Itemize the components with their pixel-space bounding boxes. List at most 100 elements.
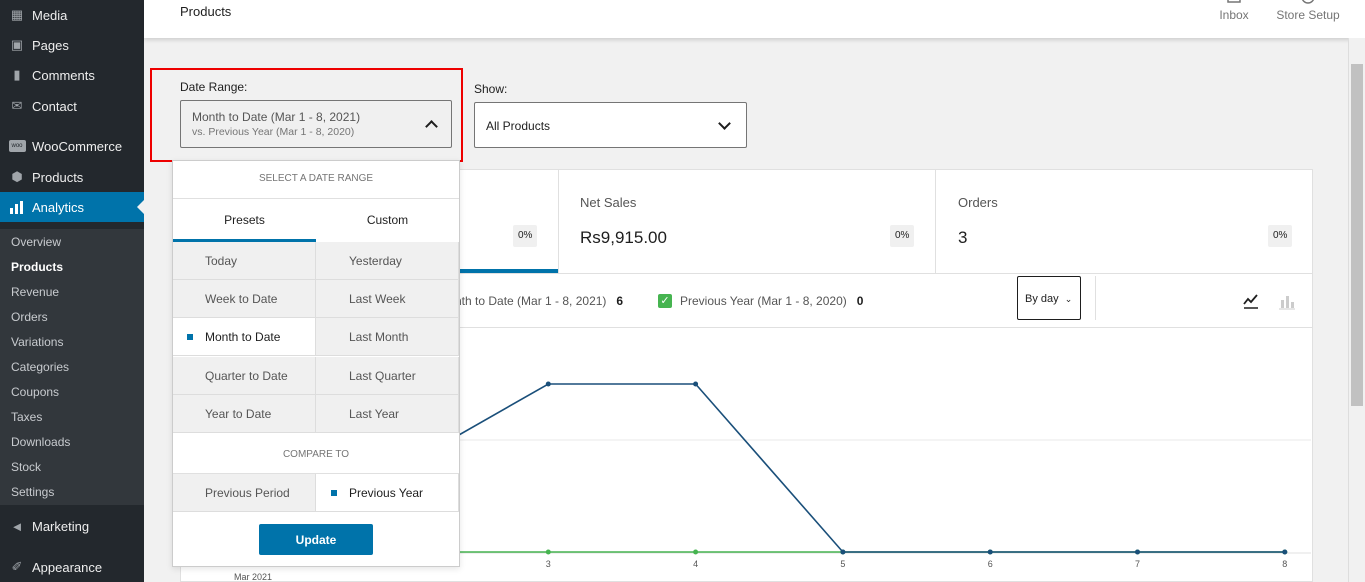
inbox-label: Inbox: [1219, 8, 1249, 22]
preset-week-to-date[interactable]: Week to Date: [173, 280, 316, 318]
preset-label: Today: [205, 254, 238, 268]
menu-item-analytics[interactable]: Analytics: [0, 192, 144, 222]
submenu-variations[interactable]: Variations: [11, 335, 63, 349]
line-chart-icon[interactable]: [1242, 292, 1260, 310]
popover-heading: SELECT A DATE RANGE: [258, 173, 374, 184]
media-icon: ▦: [10, 7, 24, 22]
submenu-categories[interactable]: Categories: [11, 360, 69, 374]
submenu-orders[interactable]: Orders: [11, 310, 48, 324]
data-point: [545, 549, 551, 555]
submenu-downloads[interactable]: Downloads: [11, 435, 70, 449]
compare-previous-year[interactable]: Previous Year: [316, 474, 459, 512]
page-scrollbar[interactable]: [1348, 38, 1365, 582]
submenu-revenue[interactable]: Revenue: [11, 285, 59, 299]
data-point: [1135, 549, 1140, 555]
preset-label: Last Year: [349, 407, 400, 421]
preset-yesterday[interactable]: Yesterday: [316, 242, 459, 280]
interval-select[interactable]: By day ⌄: [1017, 276, 1081, 320]
inbox-button[interactable]: Inbox: [1216, 0, 1252, 22]
brush-icon: ✐: [11, 559, 23, 574]
preset-month-to-date[interactable]: Month to Date: [173, 318, 316, 356]
update-button[interactable]: Update: [259, 524, 373, 555]
interval-value: By day: [1025, 293, 1059, 305]
legend-item-current[interactable]: nth to Date (Mar 1 - 8, 2021) 6: [455, 294, 623, 308]
store-setup-icon: [1301, 0, 1315, 4]
compare-heading: COMPARE TO: [282, 449, 350, 460]
preset-last-quarter[interactable]: Last Quarter: [316, 357, 459, 395]
menu-label: Comments: [32, 67, 95, 83]
pages-icon: ▣: [10, 37, 24, 52]
data-point: [545, 381, 551, 387]
menu-label: Analytics: [32, 199, 85, 215]
menu-label: Media: [32, 7, 68, 23]
menu-label: Products: [32, 169, 84, 185]
x-tick-label: 3: [546, 559, 551, 569]
submenu-stock[interactable]: Stock: [11, 460, 41, 474]
preset-last-year[interactable]: Last Year: [316, 395, 459, 433]
preset-quarter-to-date[interactable]: Quarter to Date: [173, 357, 316, 395]
admin-sidebar: ▦ Media ▣ Pages ▮ Comments ✉ Contact woo…: [0, 0, 144, 582]
menu-item-contact[interactable]: ✉ Contact: [0, 91, 144, 121]
menu-item-appearance[interactable]: ✐ Appearance: [0, 552, 144, 582]
card-label: Net Sales: [580, 195, 637, 210]
card-value: 3: [958, 228, 968, 247]
menu-item-media[interactable]: ▦ Media: [0, 0, 144, 30]
menu-label: Appearance: [32, 559, 103, 575]
x-axis-month-label: Mar 2021: [234, 572, 272, 582]
card-value: Rs9,915.00: [580, 228, 667, 247]
show-select[interactable]: All Products: [474, 102, 747, 148]
compare-previous-period[interactable]: Previous Period: [173, 474, 316, 512]
page-header: Products Inbox Store Setup: [144, 0, 1365, 38]
compare-label: Previous Period: [205, 486, 290, 500]
checkbox-checked-icon[interactable]: ✓: [658, 294, 672, 308]
submenu-overview[interactable]: Overview: [11, 235, 61, 249]
menu-item-marketing[interactable]: ◄ Marketing: [0, 511, 144, 541]
menu-item-products[interactable]: ⬢ Products: [0, 162, 144, 192]
submenu-taxes[interactable]: Taxes: [11, 410, 42, 424]
legend-label: nth to Date (Mar 1 - 8, 2021): [455, 294, 607, 308]
legend-label: Previous Year (Mar 1 - 8, 2020): [680, 294, 847, 308]
analytics-submenu: Overview Products Revenue Orders Variati…: [0, 229, 144, 505]
preset-today[interactable]: Today: [173, 242, 316, 280]
show-value: All Products: [486, 119, 551, 133]
submenu-coupons[interactable]: Coupons: [11, 385, 59, 399]
delta-badge: 0%: [890, 225, 915, 247]
preset-label: Last Week: [349, 292, 406, 306]
delta-badge: 0%: [513, 225, 538, 247]
scrollbar-thumb[interactable]: [1351, 64, 1363, 406]
date-range-popover: SELECT A DATE RANGE Presets Custom Today…: [172, 160, 460, 567]
menu-label: Marketing: [32, 518, 90, 534]
preset-label: Yesterday: [349, 254, 402, 268]
legend-item-previous[interactable]: Previous Year (Mar 1 - 8, 2020) 0: [680, 294, 863, 308]
submenu-settings[interactable]: Settings: [11, 485, 54, 499]
preset-last-week[interactable]: Last Week: [316, 280, 459, 318]
preset-year-to-date[interactable]: Year to Date: [173, 395, 316, 433]
series-line-0: [400, 383, 1285, 553]
card-label: Orders: [958, 195, 998, 210]
tab-presets[interactable]: Presets: [173, 198, 316, 242]
summary-card-orders[interactable]: Orders 3 0%: [936, 170, 1313, 273]
menu-item-pages[interactable]: ▣ Pages: [0, 30, 144, 60]
comments-icon: ▮: [13, 67, 21, 82]
menu-item-comments[interactable]: ▮ Comments: [0, 60, 144, 90]
preset-label: Week to Date: [205, 292, 278, 306]
x-tick-label: 6: [988, 559, 993, 569]
woo-icon: woo: [8, 137, 26, 155]
submenu-products[interactable]: Products: [11, 260, 63, 274]
summary-card-net-sales[interactable]: Net Sales Rs9,915.00 0%: [558, 170, 935, 273]
tab-custom[interactable]: Custom: [316, 198, 459, 242]
data-point: [987, 549, 993, 555]
menu-label: WooCommerce: [32, 138, 123, 154]
selected-dot-icon: [331, 490, 337, 496]
mail-icon: ✉: [11, 98, 23, 113]
chevron-down-icon: [718, 117, 731, 130]
menu-item-woocommerce[interactable]: woo WooCommerce: [0, 131, 144, 161]
chevron-down-icon: ⌄: [1064, 294, 1073, 304]
store-setup-button[interactable]: Store Setup: [1276, 0, 1340, 22]
preset-label: Year to Date: [205, 407, 272, 421]
show-label: Show:: [474, 82, 508, 96]
bar-chart-icon[interactable]: [1278, 292, 1296, 310]
menu-label: Contact: [32, 98, 77, 114]
page-title: Products: [180, 4, 232, 19]
preset-last-month[interactable]: Last Month: [316, 318, 459, 356]
